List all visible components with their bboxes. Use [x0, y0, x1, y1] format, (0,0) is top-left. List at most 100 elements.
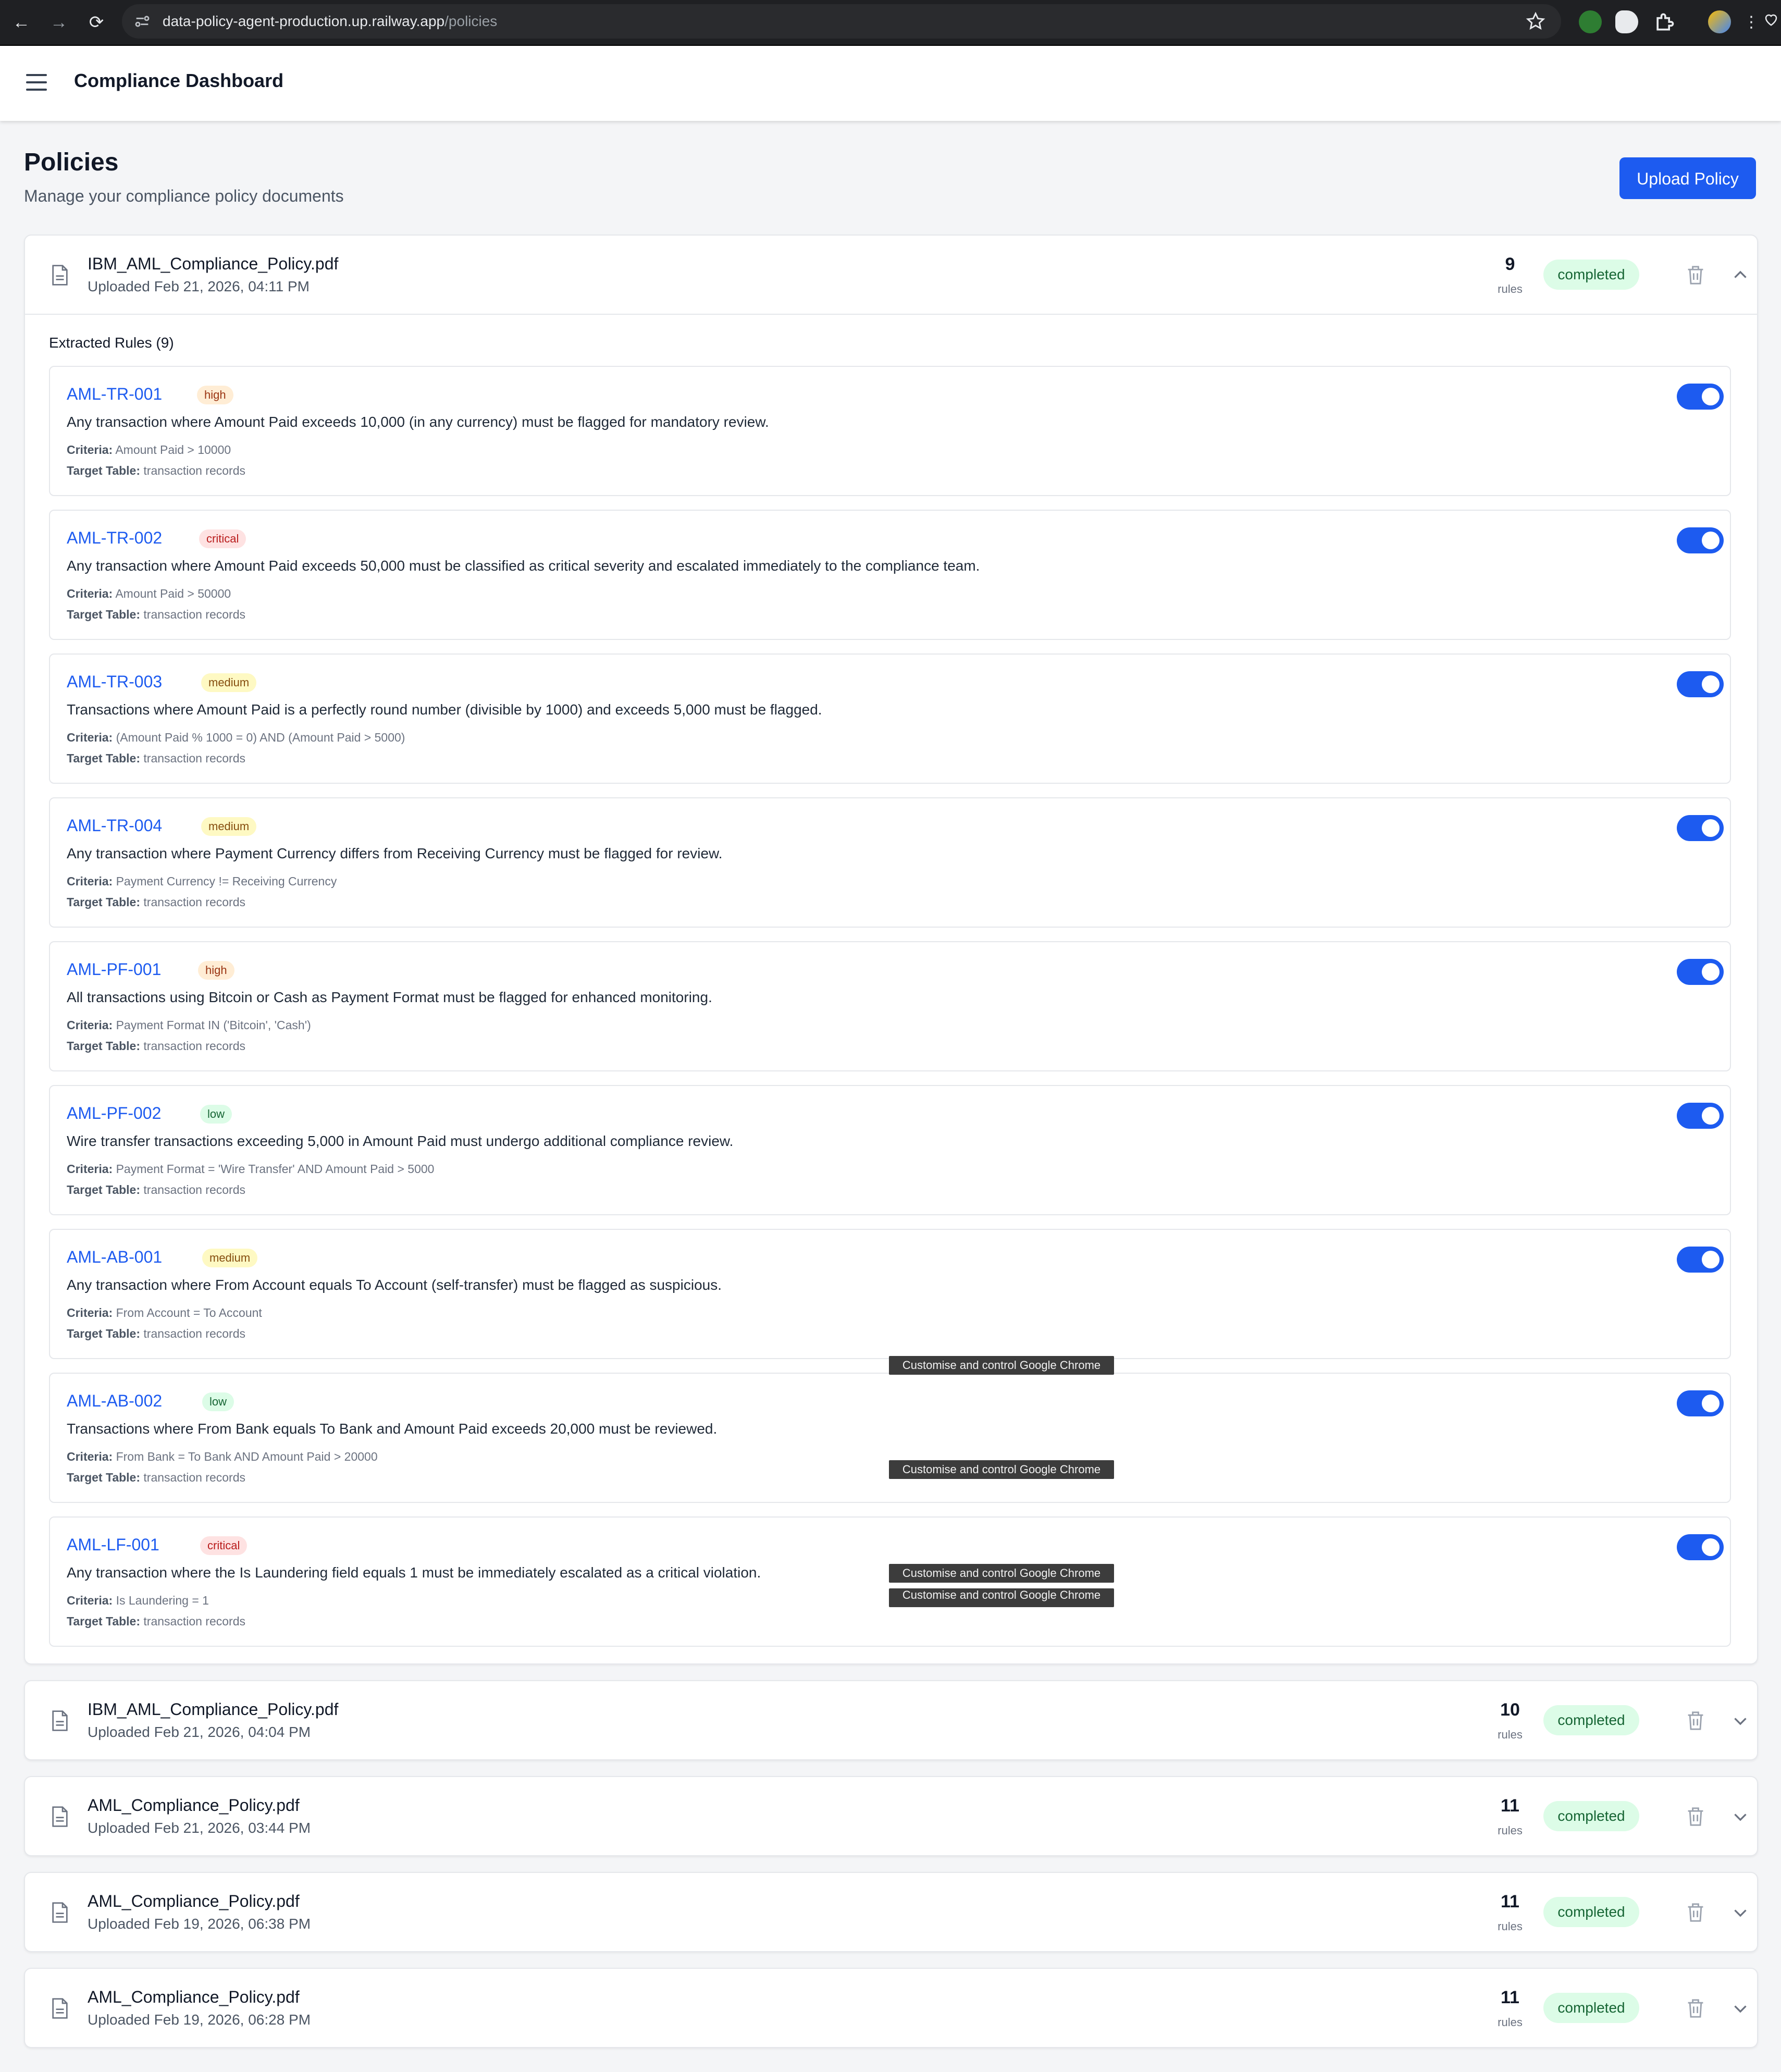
- app-title: Compliance Dashboard: [74, 70, 284, 91]
- rule-count: 11: [1501, 1796, 1519, 1816]
- rule-description: Any transaction where the Is Laundering …: [67, 1564, 761, 1581]
- status-badge: completed: [1543, 1897, 1639, 1927]
- chevron-down-icon[interactable]: [1731, 1711, 1750, 1730]
- trash-icon[interactable]: [1686, 1806, 1705, 1827]
- rule-criteria: Criteria: From Bank = To Bank AND Amount…: [67, 1450, 378, 1464]
- chevron-up-icon[interactable]: [1731, 266, 1750, 285]
- criteria-label: Criteria:: [67, 731, 113, 744]
- rule-id[interactable]: AML-TR-004: [67, 816, 162, 835]
- trash-icon[interactable]: [1686, 265, 1705, 286]
- reload-icon[interactable]: ⟳: [83, 9, 109, 35]
- rule-count-label: rules: [1498, 282, 1523, 295]
- rule-enabled-toggle[interactable]: [1677, 671, 1724, 697]
- chevron-down-icon[interactable]: [1731, 1807, 1750, 1826]
- rule-enabled-toggle[interactable]: [1677, 527, 1724, 553]
- rule-card: AML-AB-002 low Transactions where From B…: [49, 1373, 1731, 1503]
- severity-badge: medium: [201, 817, 257, 836]
- rule-enabled-toggle[interactable]: [1677, 1534, 1724, 1560]
- rule-description: Transactions where From Bank equals To B…: [67, 1421, 718, 1437]
- status-badge: completed: [1543, 1705, 1639, 1735]
- rule-target-table: Target Table: transaction records: [67, 464, 245, 478]
- policy-card[interactable]: IBM_AML_Compliance_Policy.pdf Uploaded F…: [24, 1680, 1758, 1760]
- chrome-tooltip: Customise and control Google Chrome: [889, 1588, 1114, 1607]
- policy-header[interactable]: AML_Compliance_Policy.pdf Uploaded Feb 1…: [25, 1969, 1757, 2047]
- rule-count-label: rules: [1498, 2016, 1523, 2029]
- avatar[interactable]: [1708, 10, 1731, 33]
- rule-id[interactable]: AML-AB-001: [67, 1248, 162, 1267]
- app-header: Compliance Dashboard: [0, 46, 1781, 121]
- puzzle-icon[interactable]: [1653, 10, 1676, 33]
- toggle-knob: [1702, 1538, 1720, 1556]
- kebab-menu-icon[interactable]: ⋮: [1743, 9, 1759, 35]
- address-bar[interactable]: data-policy-agent-production.up.railway.…: [122, 4, 1561, 39]
- criteria-value: Amount Paid > 10000: [115, 443, 231, 457]
- rule-enabled-toggle[interactable]: [1677, 959, 1724, 985]
- rule-enabled-toggle[interactable]: [1677, 1390, 1724, 1416]
- policy-upload-date: Uploaded Feb 21, 2026, 04:04 PM: [88, 1724, 311, 1740]
- criteria-label: Criteria:: [67, 1450, 113, 1463]
- toggle-knob: [1702, 532, 1720, 549]
- trash-icon[interactable]: [1686, 1998, 1705, 2019]
- heart-icon[interactable]: [1763, 11, 1779, 27]
- target-table-value: transaction records: [143, 895, 245, 909]
- policy-card[interactable]: AML_Compliance_Policy.pdf Uploaded Feb 1…: [24, 1872, 1758, 1952]
- document-icon: [52, 1710, 68, 1731]
- chevron-down-icon[interactable]: [1731, 1999, 1750, 2018]
- rule-enabled-toggle[interactable]: [1677, 1103, 1724, 1129]
- rule-id[interactable]: AML-PF-002: [67, 1104, 161, 1123]
- trash-icon[interactable]: [1686, 1902, 1705, 1923]
- document-icon: [52, 1998, 68, 2019]
- status-badge: completed: [1543, 1801, 1639, 1831]
- rule-description: All transactions using Bitcoin or Cash a…: [67, 989, 712, 1005]
- rule-criteria: Criteria: Payment Format IN ('Bitcoin', …: [67, 1018, 311, 1032]
- policy-header[interactable]: AML_Compliance_Policy.pdf Uploaded Feb 2…: [25, 1777, 1757, 1855]
- document-icon: [52, 265, 68, 286]
- rule-id[interactable]: AML-TR-001: [67, 385, 162, 404]
- target-table-value: transaction records: [143, 1614, 245, 1628]
- rule-id[interactable]: AML-TR-003: [67, 672, 162, 692]
- rule-enabled-toggle[interactable]: [1677, 384, 1724, 410]
- criteria-value: Payment Format = 'Wire Transfer' AND Amo…: [116, 1162, 435, 1176]
- trash-icon[interactable]: [1686, 1710, 1705, 1731]
- rule-id[interactable]: AML-LF-001: [67, 1535, 159, 1555]
- extension-icon[interactable]: [1615, 10, 1638, 33]
- severity-badge: low: [202, 1392, 234, 1411]
- upload-policy-button[interactable]: Upload Policy: [1619, 157, 1756, 199]
- policy-card: IBM_AML_Compliance_Policy.pdf Uploaded F…: [24, 235, 1758, 1664]
- severity-badge: high: [197, 386, 233, 404]
- star-icon[interactable]: [1526, 11, 1545, 31]
- policy-header[interactable]: IBM_AML_Compliance_Policy.pdf Uploaded F…: [25, 236, 1757, 314]
- rule-enabled-toggle[interactable]: [1677, 815, 1724, 841]
- status-badge: completed: [1543, 1993, 1639, 2023]
- rule-id[interactable]: AML-TR-002: [67, 528, 162, 548]
- toggle-knob: [1702, 1251, 1720, 1268]
- forward-icon[interactable]: →: [46, 9, 72, 35]
- back-icon[interactable]: ←: [8, 9, 34, 35]
- policy-card[interactable]: AML_Compliance_Policy.pdf Uploaded Feb 2…: [24, 1776, 1758, 1856]
- rule-criteria: Criteria: Is Laundering = 1: [67, 1594, 209, 1608]
- rule-card: AML-PF-002 low Wire transfer transaction…: [49, 1085, 1731, 1215]
- rule-id[interactable]: AML-AB-002: [67, 1391, 162, 1411]
- chevron-down-icon[interactable]: [1731, 1903, 1750, 1922]
- rule-target-table: Target Table: transaction records: [67, 608, 245, 622]
- chrome-tooltip: Customise and control Google Chrome: [889, 1356, 1114, 1375]
- rule-card: AML-TR-004 medium Any transaction where …: [49, 797, 1731, 928]
- policy-header[interactable]: IBM_AML_Compliance_Policy.pdf Uploaded F…: [25, 1681, 1757, 1759]
- policy-card[interactable]: AML_Compliance_Policy.pdf Uploaded Feb 1…: [24, 1968, 1758, 2048]
- target-table-label: Target Table:: [67, 1327, 140, 1340]
- policy-name: IBM_AML_Compliance_Policy.pdf: [88, 1700, 339, 1719]
- rule-enabled-toggle[interactable]: [1677, 1247, 1724, 1273]
- hamburger-menu-icon[interactable]: [26, 74, 47, 92]
- severity-badge: medium: [201, 673, 257, 692]
- policy-header[interactable]: AML_Compliance_Policy.pdf Uploaded Feb 1…: [25, 1873, 1757, 1951]
- rule-count-label: rules: [1498, 1728, 1523, 1741]
- toggle-knob: [1702, 1107, 1720, 1125]
- rule-card: AML-TR-001 high Any transaction where Am…: [49, 366, 1731, 496]
- extension-icon[interactable]: [1579, 10, 1602, 33]
- policy-name: AML_Compliance_Policy.pdf: [88, 1796, 300, 1815]
- rule-id[interactable]: AML-PF-001: [67, 960, 161, 979]
- rule-criteria: Criteria: From Account = To Account: [67, 1306, 262, 1320]
- site-info-icon[interactable]: [133, 13, 151, 30]
- target-table-label: Target Table:: [67, 751, 140, 765]
- rule-description: Wire transfer transactions exceeding 5,0…: [67, 1133, 734, 1149]
